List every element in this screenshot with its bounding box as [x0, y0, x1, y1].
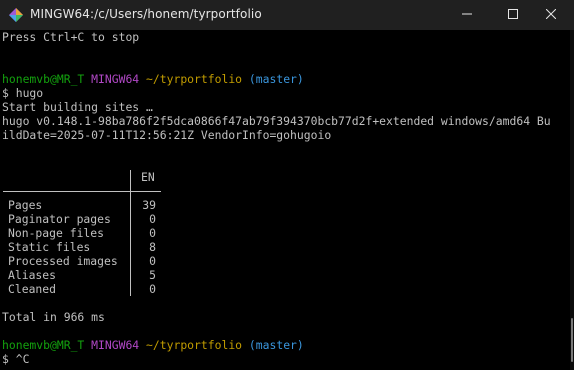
table-row: Non-page files 0: [8, 226, 168, 240]
command-line: $ hugo: [2, 86, 44, 100]
prompt-line: honemvb@MR_T MINGW64 ~/tyrportfolio (mas…: [2, 72, 304, 86]
prompt-user: honemvb@MR_T: [2, 338, 85, 352]
table-row: Processed images 0: [8, 254, 168, 268]
table-row-value: 0: [149, 212, 156, 226]
output-line: ildDate=2025-07-11T12:56:21Z VendorInfo=…: [2, 128, 332, 142]
table-row-label: Aliases: [8, 268, 57, 282]
table-row: Static files 8: [8, 240, 168, 254]
table-row-value: 0: [149, 254, 156, 268]
table-row-label: Cleaned: [8, 282, 57, 296]
mingw-diamond-icon: [9, 8, 23, 22]
maximize-icon: [508, 8, 518, 22]
title-bar[interactable]: MINGW64:/c/Users/honem/tyrportfolio: [0, 0, 574, 30]
prompt-branch: (master): [248, 338, 304, 352]
table-row: Pages 39: [8, 198, 168, 212]
table-row-label: Processed images: [8, 254, 118, 268]
prompt-branch: (master): [248, 72, 304, 86]
prompt-user: honemvb@MR_T: [2, 72, 85, 86]
table-header: EN: [141, 170, 155, 184]
scrollbar-thumb[interactable]: [571, 318, 573, 362]
close-button[interactable]: [528, 0, 574, 30]
prompt-line: honemvb@MR_T MINGW64 ~/tyrportfolio (mas…: [2, 338, 304, 352]
minimize-icon: [462, 8, 472, 22]
scrollbar[interactable]: [570, 30, 574, 370]
minimize-button[interactable]: [444, 0, 490, 30]
table-row: Cleaned 0: [8, 282, 168, 296]
prompt-path: ~/tyrportfolio: [146, 72, 243, 86]
table-row-label: Pages: [8, 198, 43, 212]
prompt-path: ~/tyrportfolio: [146, 338, 243, 352]
table-row-value: 8: [149, 240, 156, 254]
output-line: Total in 966 ms: [2, 310, 105, 324]
window-title: MINGW64:/c/Users/honem/tyrportfolio: [30, 7, 262, 21]
terminal-window: MINGW64:/c/Users/honem/tyrportfolio Pres…: [0, 0, 574, 370]
output-line: hugo v0.148.1-98ba786f2f5dca0866f47ab79f…: [2, 114, 551, 128]
command-line: $ ^C: [2, 352, 30, 366]
table-row-label: Static files: [8, 240, 91, 254]
table-row-label: Non-page files: [8, 226, 105, 240]
table-row-value: 39: [142, 198, 156, 212]
table-horizontal-divider: [3, 191, 161, 192]
table-row: Paginator pages 0: [8, 212, 168, 226]
table-row-value: 5: [149, 268, 156, 282]
close-icon: [545, 8, 557, 22]
table-row-value: 0: [149, 282, 156, 296]
prompt-env: MINGW64: [91, 338, 140, 352]
prompt-env: MINGW64: [91, 72, 140, 86]
table-row: Aliases 5: [8, 268, 168, 282]
table-row-label: Paginator pages: [8, 212, 111, 226]
output-line: Start building sites …: [2, 100, 153, 114]
output-line: Press Ctrl+C to stop: [2, 30, 140, 44]
table-row-value: 0: [149, 226, 156, 240]
